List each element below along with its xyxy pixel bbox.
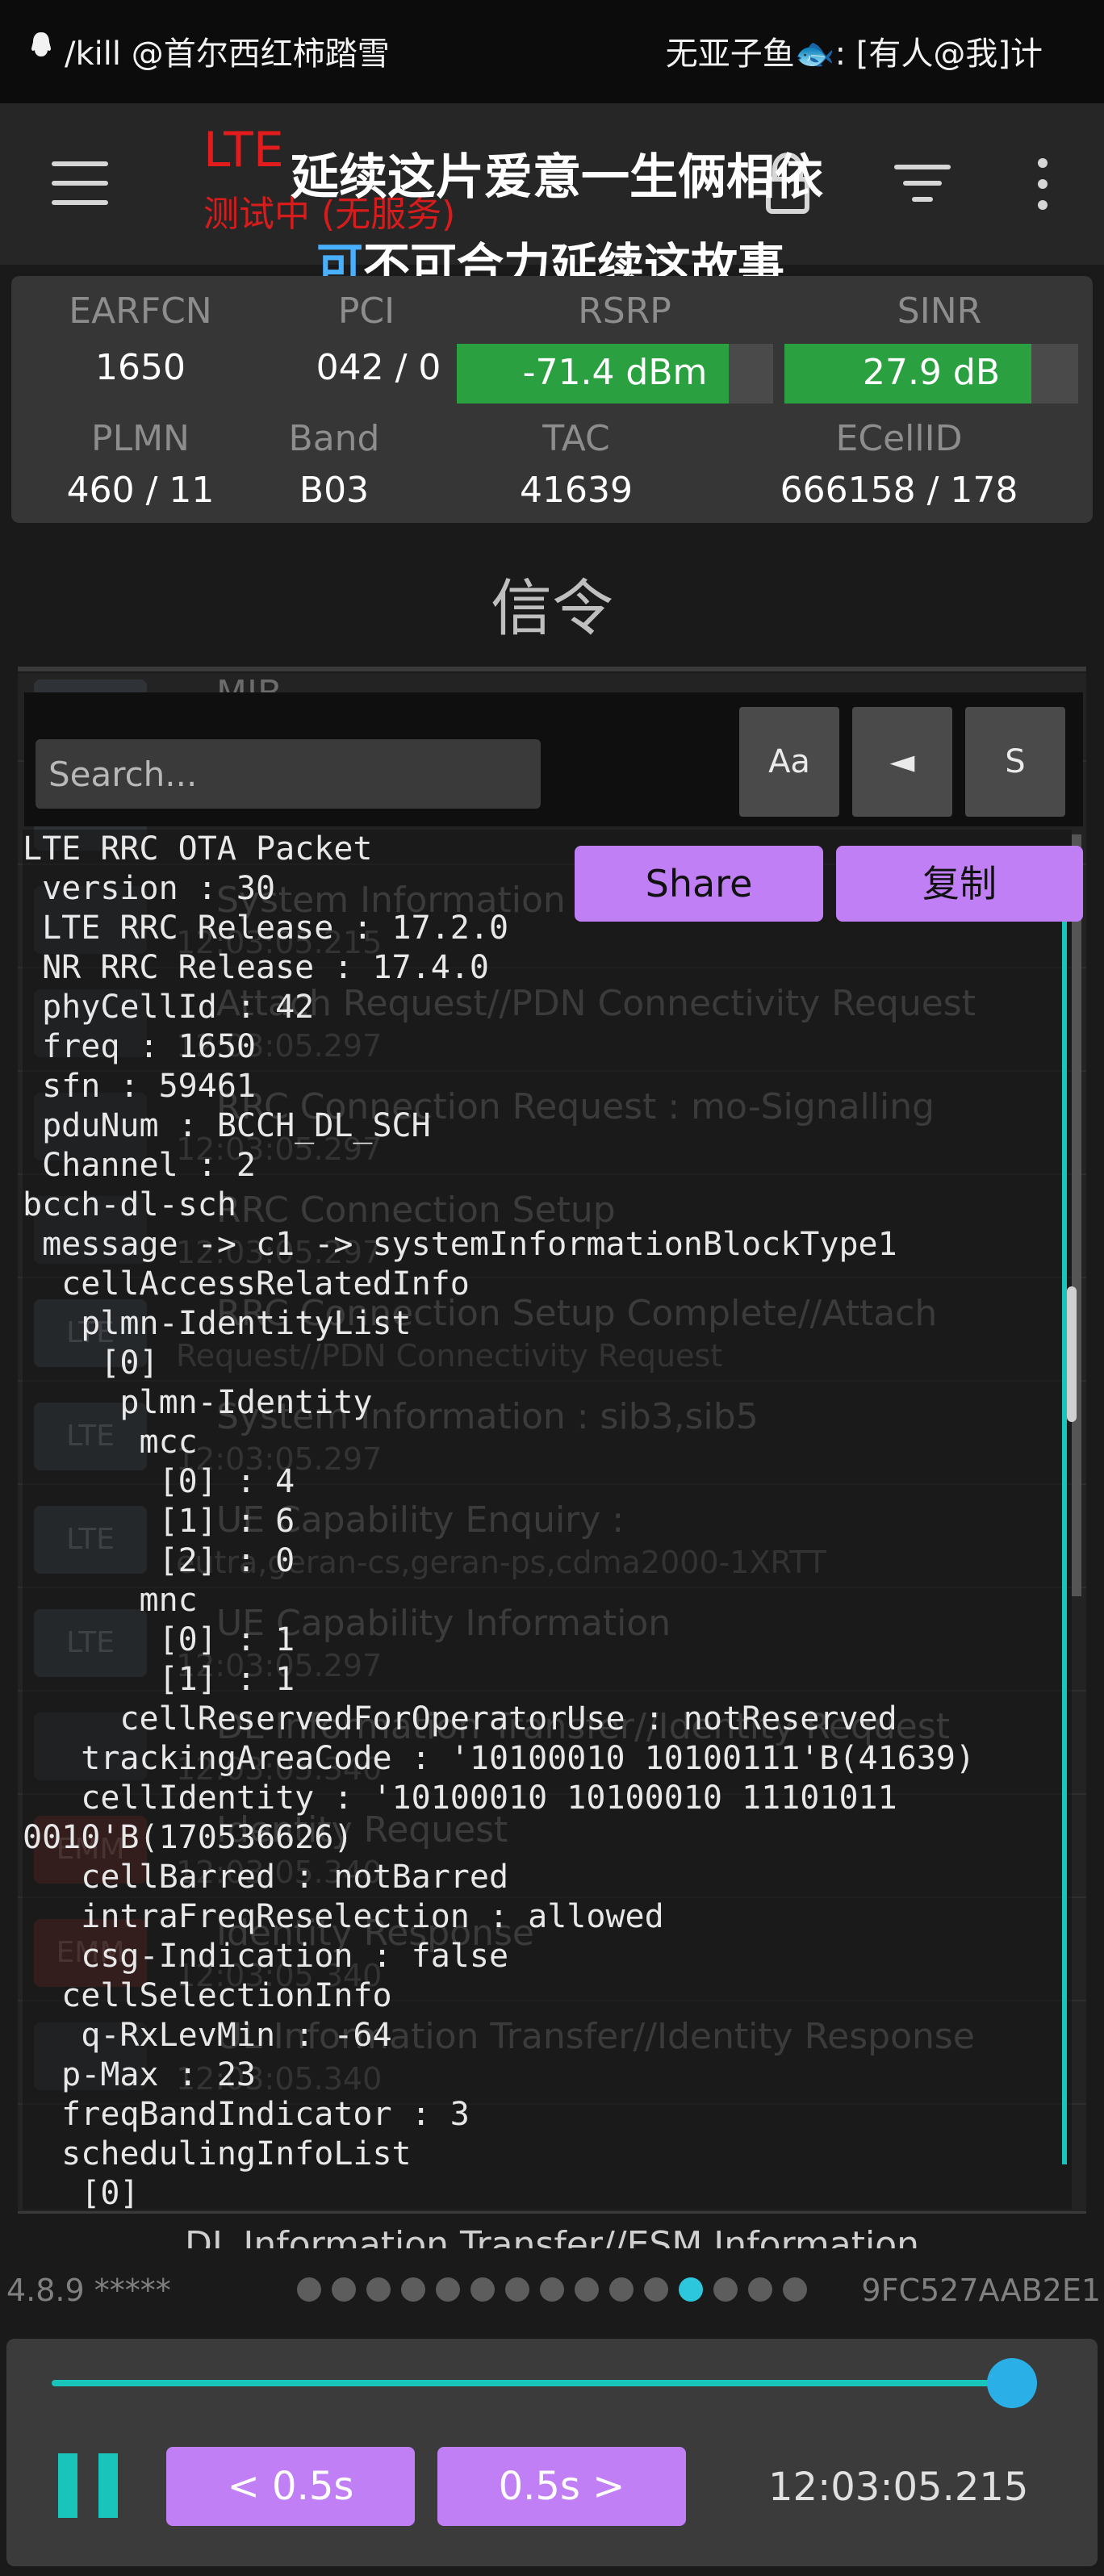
- rsrp-meter: -71.4 dBm: [457, 344, 773, 404]
- plmn-label: PLMN: [91, 418, 190, 459]
- ecellid-value: 666158 / 178: [780, 470, 1018, 511]
- ecellid-label: ECellID: [835, 418, 963, 459]
- page-dot[interactable]: [679, 2277, 703, 2302]
- divider: [18, 2211, 1086, 2214]
- page-dot[interactable]: [748, 2277, 772, 2302]
- page-dot[interactable]: [401, 2277, 425, 2302]
- pause-icon[interactable]: [58, 2453, 118, 2518]
- search-input[interactable]: [36, 739, 541, 809]
- rsrp-label: RSRP: [578, 291, 671, 332]
- rsrp-value: -71.4 dBm: [522, 352, 708, 393]
- page-dot[interactable]: [332, 2277, 356, 2302]
- earfcn-label: EARFCN: [69, 291, 212, 332]
- page-dot[interactable]: [436, 2277, 460, 2302]
- step-back-button[interactable]: < 0.5s: [166, 2447, 415, 2526]
- page-dot[interactable]: [470, 2277, 495, 2302]
- playback-slider[interactable]: [52, 2380, 1025, 2386]
- list-scroll-track: [1062, 922, 1067, 2164]
- page-dot[interactable]: [575, 2277, 599, 2302]
- sinr-meter: 27.9 dB: [784, 344, 1078, 404]
- playback-slider-knob[interactable]: [986, 2358, 1037, 2408]
- page-dot[interactable]: [297, 2277, 321, 2302]
- plmn-value: 460 / 11: [66, 470, 215, 511]
- band-label: Band: [288, 418, 380, 459]
- app-title: LTE: [203, 122, 284, 178]
- device-id: 9FC527AAB2E1: [861, 2273, 1101, 2308]
- divider: [18, 667, 1086, 671]
- match-case-button[interactable]: Aa: [739, 707, 839, 817]
- packet-detail: LTE RRC OTA Packet version : 30 LTE RRC …: [23, 830, 1072, 2210]
- band-value: B03: [299, 470, 370, 511]
- filter-icon[interactable]: [894, 165, 951, 203]
- scrollbar-thumb[interactable]: [1067, 1286, 1077, 1422]
- tac-label: TAC: [542, 418, 610, 459]
- lyric-line-1: 延续这片爱意一生俩相依: [291, 149, 823, 206]
- s-button[interactable]: S: [965, 707, 1065, 817]
- packet-scroll-track: [1072, 834, 1081, 1596]
- pci-label: PCI: [337, 291, 395, 332]
- qq-icon: [31, 32, 51, 56]
- page-indicator[interactable]: [297, 2277, 818, 2303]
- copy-button[interactable]: 复制: [836, 846, 1083, 922]
- page-dot[interactable]: [366, 2277, 391, 2302]
- version-label: 4.8.9 *****: [6, 2273, 171, 2308]
- page-dot[interactable]: [644, 2277, 668, 2302]
- status-left-text: /kill @首尔西红柿踏雪: [65, 36, 390, 73]
- earfcn-value: 1650: [95, 347, 186, 388]
- share-button[interactable]: Share: [575, 846, 823, 922]
- status-bar: /kill @首尔西红柿踏雪 无亚子鱼🐟: [有人@我]计: [0, 0, 1104, 103]
- pci-value: 042 / 0: [316, 347, 441, 388]
- page-dot[interactable]: [505, 2277, 529, 2302]
- page-dot[interactable]: [609, 2277, 634, 2302]
- sinr-value: 27.9 dB: [862, 352, 1001, 393]
- more-vert-icon[interactable]: [1033, 158, 1052, 215]
- sinr-label: SINR: [897, 291, 982, 332]
- prev-match-button[interactable]: ◄: [852, 707, 952, 817]
- page-dot[interactable]: [783, 2277, 807, 2302]
- playback-time: 12:03:05.215: [768, 2465, 1029, 2510]
- next-list-item-peek: DL Information Transfer//ESM Information: [184, 2224, 919, 2248]
- tac-value: 41639: [520, 470, 633, 511]
- status-right-text: 无亚子鱼🐟: [有人@我]计: [665, 36, 1043, 73]
- page-dot[interactable]: [713, 2277, 738, 2302]
- packet-text: LTE RRC OTA Packet version : 30 LTE RRC …: [23, 830, 1072, 2210]
- section-title: 信令: [491, 572, 613, 644]
- step-forward-button[interactable]: 0.5s >: [437, 2447, 686, 2526]
- cell-info-panel: EARFCN PCI RSRP SINR 1650 042 / 0 -71.4 …: [11, 276, 1093, 523]
- page-dot[interactable]: [540, 2277, 564, 2302]
- menu-icon[interactable]: [52, 161, 108, 205]
